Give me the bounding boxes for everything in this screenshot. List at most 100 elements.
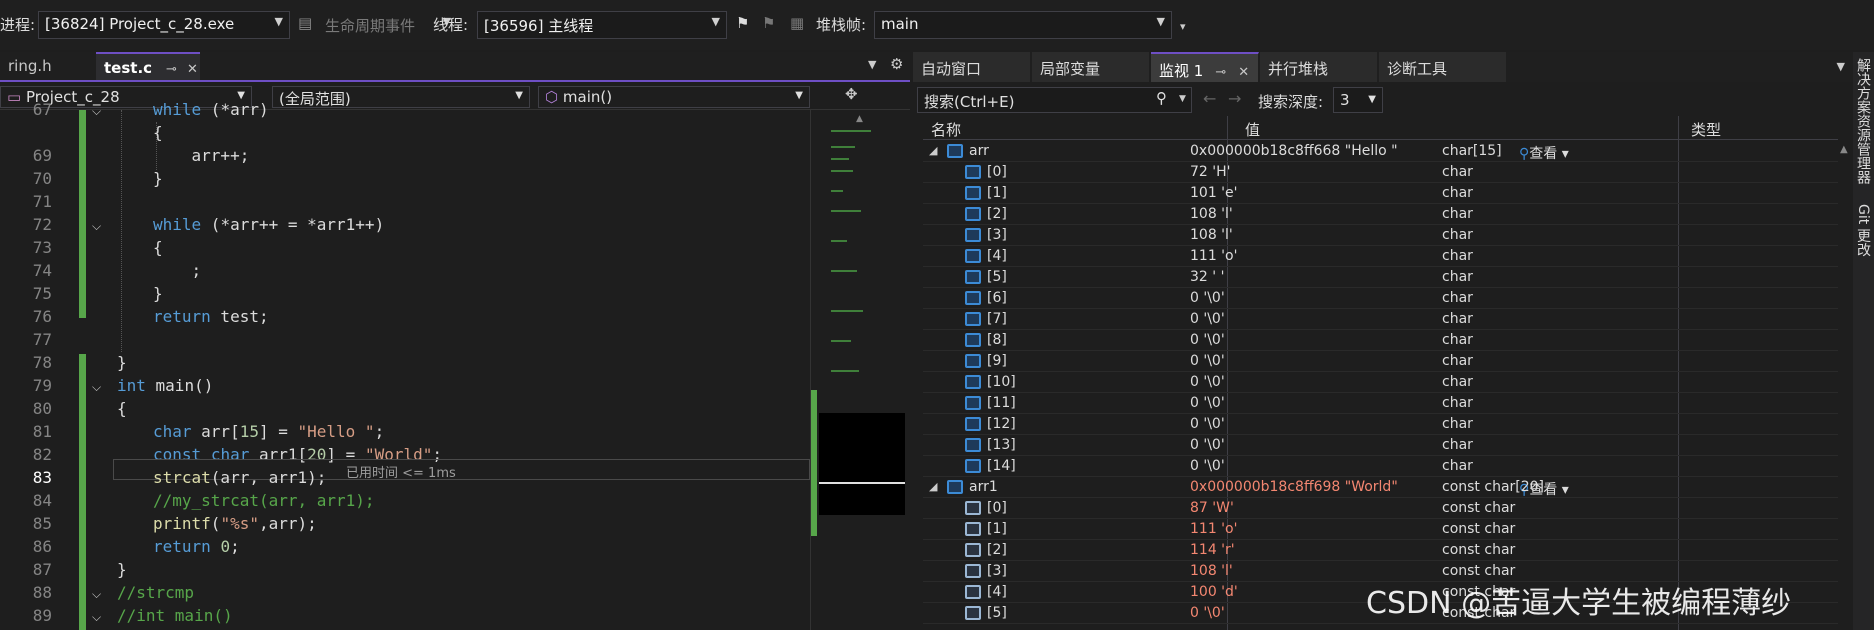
watch-row-element[interactable]: [1] 111 'o' const char (923, 519, 1838, 540)
fold-toggle-icon[interactable]: ⌵ (92, 219, 101, 234)
collapse-icon[interactable]: ◢ (929, 144, 937, 157)
function-combo[interactable]: ⬡ main() ▼ (538, 86, 810, 108)
watch-row-element[interactable]: [9] 0 '\0' char (923, 351, 1838, 372)
watch-value[interactable]: 72 'H' (1190, 164, 1231, 180)
scroll-up-icon[interactable]: ▲ (1840, 144, 1848, 155)
perf-tip[interactable]: 已用时间 <= 1ms (346, 462, 456, 481)
watch-value[interactable]: 100 'd' (1190, 584, 1238, 600)
tab-parallel-stacks[interactable]: 并行堆栈 (1260, 52, 1378, 82)
watch-row-element[interactable]: [1] 101 'e' char (923, 183, 1838, 204)
watch-value[interactable]: 0x000000b18c8ff668 "Hello " (1190, 143, 1398, 159)
column-header-name[interactable]: 名称 (931, 119, 961, 140)
watch-scrollbar[interactable] (1839, 116, 1851, 630)
watch-row-element[interactable]: [7] 0 '\0' char (923, 309, 1838, 330)
watch-row-element[interactable]: [4] 111 'o' char (923, 246, 1838, 267)
watch-row-element[interactable]: [11] 0 '\0' char (923, 393, 1838, 414)
gear-icon[interactable]: ⚙ (890, 55, 903, 73)
tab-list-dropdown-icon[interactable]: ▼ (868, 58, 876, 71)
watch-value[interactable]: 0 '\0' (1190, 605, 1225, 621)
watch-row-element[interactable]: [2] 108 'l' char (923, 204, 1838, 225)
watch-value[interactable]: 0 '\0' (1190, 395, 1225, 411)
watch-value[interactable]: 111 'o' (1190, 248, 1237, 264)
process-combo[interactable]: [36824] Project_c_28.exe ▼ (38, 11, 290, 39)
tab-list-dropdown-icon[interactable]: ▼ (1837, 60, 1845, 73)
fold-toggle-icon[interactable]: ⌵ (92, 587, 101, 602)
collapse-icon[interactable]: ◢ (929, 480, 937, 493)
arrow-left-icon[interactable]: ← (1203, 89, 1216, 108)
lifecycle-icon[interactable]: ▤ (298, 14, 312, 32)
watch-value[interactable]: 87 'W' (1190, 500, 1234, 516)
watch-row-element[interactable]: [0] 87 'W' const char (923, 498, 1838, 519)
watch-row-element[interactable]: [13] 0 '\0' char (923, 435, 1838, 456)
view-visualizer-button[interactable]: ⚲查看 ▾ (1519, 143, 1569, 163)
watch-value[interactable]: 108 'l' (1190, 227, 1233, 243)
tab-string-h[interactable]: ring.h (0, 52, 95, 80)
thread-combo[interactable]: [36596] 主线程 ▼ (477, 11, 727, 39)
watch-row-element[interactable]: [14] 0 '\0' char (923, 456, 1838, 477)
watch-row-element[interactable]: [3] 108 'l' char (923, 225, 1838, 246)
stackframe-combo[interactable]: main ▼ (874, 11, 1172, 39)
watch-row-variable[interactable]: ◢ arr1 0x000000b18c8ff698 "World" ⚲查看 ▾ cons… (923, 477, 1838, 498)
pin-icon[interactable]: ⊸ (1215, 65, 1226, 80)
watch-row-element[interactable]: [10] 0 '\0' char (923, 372, 1838, 393)
process-label: 进程: (0, 16, 36, 34)
tab-locals[interactable]: 局部变量 (1032, 52, 1150, 82)
minimap-up-icon[interactable]: ▲ (856, 114, 863, 124)
watch-value[interactable]: 0 '\0' (1190, 353, 1225, 369)
fold-toggle-icon[interactable]: ⌵ (92, 610, 101, 625)
watch-value[interactable]: 0 '\0' (1190, 374, 1225, 390)
watch-value[interactable]: 108 'l' (1190, 206, 1233, 222)
search-icon[interactable]: ⚲ (1156, 89, 1167, 107)
search-depth-combo[interactable]: 3 ▼ (1333, 87, 1383, 113)
watch-value[interactable]: 0 '\0' (1190, 437, 1225, 453)
watch-row-element[interactable]: [6] 0 '\0' char (923, 288, 1838, 309)
tab-diagnostic-tools[interactable]: 诊断工具 (1379, 52, 1507, 82)
watch-row-element[interactable]: [2] 114 'r' const char (923, 540, 1838, 561)
column-header-value[interactable]: 值 (1245, 119, 1260, 140)
watch-value[interactable]: 0 '\0' (1190, 416, 1225, 432)
watch-row-variable[interactable]: ◢ arr 0x000000b18c8ff668 "Hello " ⚲查看 ▾ char… (923, 141, 1838, 162)
flag-thread-icon[interactable]: ⚑ (762, 14, 775, 32)
close-icon[interactable]: ✕ (1238, 65, 1249, 80)
fold-toggle-icon[interactable]: ⌵ (92, 380, 101, 395)
filter-icon[interactable]: ▦ (790, 14, 804, 32)
arrow-right-icon[interactable]: → (1228, 89, 1241, 108)
watch-row-element[interactable]: [0] 72 'H' char (923, 162, 1838, 183)
line-number: 70 (32, 169, 52, 188)
column-header-type[interactable]: 类型 (1691, 119, 1721, 140)
minimap[interactable]: ▲ (810, 110, 905, 630)
watch-value[interactable]: 101 'e' (1190, 185, 1237, 201)
watch-value[interactable]: 32 ' ' (1190, 269, 1224, 285)
scope-combo[interactable]: (全局范围) ▼ (272, 86, 530, 108)
watch-value[interactable]: 111 'o' (1190, 521, 1237, 537)
watch-value[interactable]: 0 '\0' (1190, 290, 1225, 306)
watch-name: [10] (987, 374, 1016, 390)
watch-value[interactable]: 0x000000b18c8ff698 "World" (1190, 479, 1398, 495)
pin-icon[interactable]: ⊸ (166, 62, 177, 77)
tab-autos[interactable]: 自动窗口 (913, 52, 1031, 82)
watch-value[interactable]: 0 '\0' (1190, 458, 1225, 474)
solution-explorer-tab[interactable]: 解决方案资源管理器 (1855, 58, 1873, 184)
toolbar-overflow-icon[interactable]: ▾ (1180, 20, 1186, 33)
variable-icon (965, 438, 981, 452)
watch-search-input[interactable]: 搜索(Ctrl+E) (917, 87, 1192, 113)
watch-type: char (1442, 353, 1473, 369)
minimap-viewport[interactable] (819, 413, 905, 515)
git-changes-tab[interactable]: Git 更改 (1855, 204, 1873, 257)
watch-value[interactable]: 114 'r' (1190, 542, 1235, 558)
tab-test-c[interactable]: test.c ⊸ ✕ (96, 52, 200, 80)
flag-icon[interactable]: ⚑ (736, 14, 749, 32)
watch-type: const char (1442, 500, 1516, 516)
close-icon[interactable]: ✕ (187, 62, 198, 77)
watch-value[interactable]: 0 '\0' (1190, 311, 1225, 327)
watch-value[interactable]: 108 'l' (1190, 563, 1233, 579)
tab-watch-1[interactable]: 监视 1 ⊸ ✕ (1151, 52, 1259, 82)
chevron-down-icon[interactable]: ▼ (1179, 94, 1186, 104)
watch-row-element[interactable]: [8] 0 '\0' char (923, 330, 1838, 351)
fold-toggle-icon[interactable]: ⌵ (92, 104, 101, 119)
split-editor-icon[interactable]: ✥ (845, 85, 858, 103)
watch-row-element[interactable]: [5] 32 ' ' char (923, 267, 1838, 288)
watch-row-element[interactable]: [12] 0 '\0' char (923, 414, 1838, 435)
code-editor[interactable]: 67 69 70 71 72 73 74 75 76 77 78 79 80 8… (0, 100, 810, 630)
watch-value[interactable]: 0 '\0' (1190, 332, 1225, 348)
